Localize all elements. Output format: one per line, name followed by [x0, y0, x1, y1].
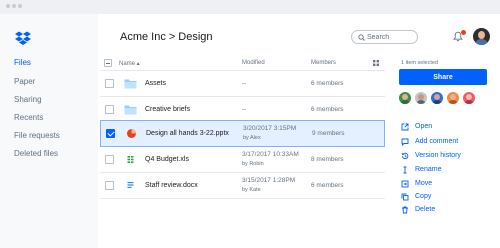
sidebar-item-file-requests[interactable]: File requests [14, 131, 60, 140]
action-label: Open [415, 123, 433, 130]
action-label: Add comment [415, 138, 459, 145]
window-minimize-dot[interactable] [12, 4, 16, 8]
file-members[interactable]: 6 members [311, 106, 344, 113]
table-row-selected[interactable]: Design all hands 3-22.pptx 3/20/2017 3:1… [100, 120, 385, 147]
table-row[interactable]: Assets -- 6 members [100, 71, 385, 97]
sidebar-item-deleted-files[interactable]: Deleted files [14, 149, 58, 158]
folder-icon [124, 79, 137, 89]
share-button[interactable]: Share [399, 69, 487, 85]
sidebar-item-sharing[interactable]: Sharing [14, 95, 42, 104]
file-name[interactable]: Q4 Budget.xls [145, 156, 189, 163]
column-header-members[interactable]: Members [311, 60, 336, 66]
folder-icon [124, 105, 137, 115]
open-external-icon [401, 123, 409, 131]
search-icon [358, 34, 365, 41]
file-name[interactable]: Design all hands 3-22.pptx [146, 130, 229, 137]
row-checkbox[interactable] [105, 181, 114, 190]
column-header-modified[interactable]: Modified [242, 60, 265, 66]
sidebar-item-recents[interactable]: Recents [14, 113, 43, 122]
user-avatar[interactable] [473, 28, 490, 45]
breadcrumb-separator: > [168, 31, 176, 43]
member-avatar[interactable] [463, 92, 475, 104]
member-avatar[interactable] [431, 92, 443, 104]
notification-badge [461, 30, 466, 35]
file-modified: -- [242, 106, 247, 113]
action-label: Rename [415, 166, 442, 173]
member-avatar[interactable] [447, 92, 459, 104]
search-box[interactable] [351, 30, 418, 44]
indeterminate-mark [106, 62, 110, 64]
window-close-dot[interactable] [6, 4, 10, 8]
window-maximize-dot[interactable] [18, 4, 22, 8]
move-icon [401, 180, 409, 188]
action-label: Move [415, 180, 433, 187]
row-checkbox[interactable] [105, 79, 114, 88]
file-modified-by: by Robin [242, 161, 264, 167]
selection-count: 1 item selected [401, 60, 438, 66]
action-label: Delete [415, 206, 436, 213]
file-members[interactable]: 9 members [312, 130, 345, 137]
pptx-icon [127, 129, 136, 138]
row-checkbox[interactable] [105, 105, 114, 114]
sidebar: Files Paper Sharing Recents File request… [0, 14, 98, 248]
rename-icon [403, 166, 407, 174]
table-row[interactable]: Staff review.docx 3/15/2017 1:28PM by Ka… [100, 173, 385, 199]
member-avatar[interactable] [399, 92, 411, 104]
file-members[interactable]: 6 members [311, 182, 344, 189]
dropbox-logo-icon[interactable] [14, 30, 32, 46]
grid-view-icon[interactable] [373, 60, 379, 66]
file-modified: -- [242, 80, 247, 87]
comment-icon [401, 138, 409, 146]
spreadsheet-icon [127, 155, 134, 164]
trash-icon [402, 206, 408, 214]
action-label: Version history [415, 152, 461, 159]
file-modified-by: by Alex [243, 135, 261, 141]
member-avatar[interactable] [415, 92, 427, 104]
file-name[interactable]: Staff review.docx [145, 182, 198, 189]
history-icon [401, 152, 409, 160]
copy-icon [401, 193, 409, 201]
file-modified: 3/15/2017 1:28PM [242, 177, 296, 184]
sidebar-item-files[interactable]: Files [14, 58, 31, 67]
search-input[interactable] [367, 32, 415, 42]
file-name[interactable]: Creative briefs [145, 106, 190, 113]
document-icon [127, 182, 134, 188]
file-name[interactable]: Assets [145, 80, 166, 87]
window-titlebar [0, 0, 500, 14]
row-checkbox-checked[interactable] [106, 129, 115, 138]
row-checkbox[interactable] [105, 155, 114, 164]
file-modified-by: by Kate [242, 187, 261, 193]
table-row[interactable]: Q4 Budget.xls 3/17/2017 10:33AM by Robin… [100, 147, 385, 173]
breadcrumb: Acme Inc > Design [120, 31, 213, 43]
action-label: Copy [415, 193, 432, 200]
file-modified: 3/20/2017 3:15PM [243, 125, 297, 132]
sidebar-item-paper[interactable]: Paper [14, 77, 35, 86]
breadcrumb-current: Design [178, 31, 213, 43]
file-members[interactable]: 6 members [311, 80, 344, 87]
file-members[interactable]: 8 members [311, 156, 344, 163]
column-header-name[interactable]: Name ▴ [119, 60, 140, 67]
breadcrumb-root[interactable]: Acme Inc [120, 31, 166, 43]
file-modified: 3/17/2017 10:33AM [242, 151, 299, 158]
